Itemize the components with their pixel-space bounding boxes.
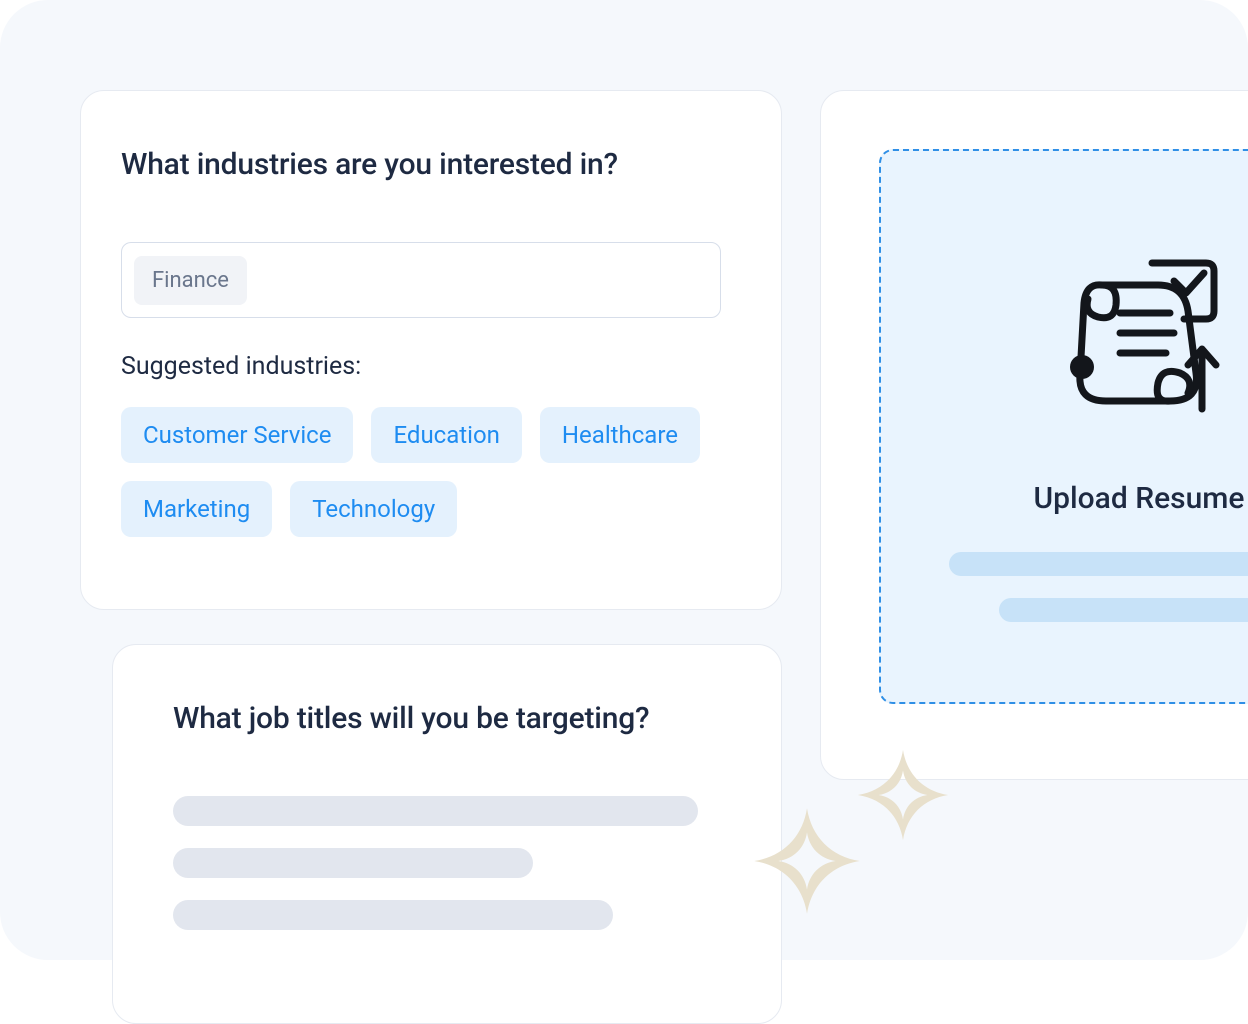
industries-input[interactable]: Finance — [121, 242, 721, 318]
resume-upload-icon — [1054, 255, 1224, 425]
app-canvas: What industries are you interested in? F… — [0, 0, 1248, 960]
skeleton-line — [949, 552, 1248, 576]
industry-chip[interactable]: Healthcare — [540, 407, 700, 463]
selected-industry-chip[interactable]: Finance — [134, 256, 247, 305]
industry-chip[interactable]: Customer Service — [121, 407, 353, 463]
industry-chip[interactable]: Marketing — [121, 481, 272, 537]
upload-skeleton — [881, 552, 1248, 622]
upload-dropzone[interactable]: Upload Resume — [879, 149, 1248, 704]
industries-question: What industries are you interested in? — [121, 147, 721, 182]
industries-card: What industries are you interested in? F… — [80, 90, 782, 610]
suggested-industries-list: Customer Service Education Healthcare Ma… — [121, 407, 761, 537]
industry-chip[interactable]: Technology — [290, 481, 457, 537]
skeleton-line — [999, 598, 1248, 622]
suggested-industries-label: Suggested industries: — [121, 352, 721, 381]
industry-chip[interactable]: Education — [371, 407, 521, 463]
skeleton-line — [173, 900, 613, 930]
upload-resume-card: Upload Resume — [820, 90, 1248, 780]
jobtitles-card: What job titles will you be targeting? — [112, 644, 782, 1024]
jobtitles-question: What job titles will you be targeting? — [173, 701, 721, 736]
sparkle-icon — [752, 806, 862, 916]
sparkle-icon — [856, 748, 950, 842]
skeleton-line — [173, 796, 698, 826]
upload-title: Upload Resume — [1034, 481, 1245, 516]
skeleton-line — [173, 848, 533, 878]
jobtitles-skeleton — [173, 796, 721, 930]
